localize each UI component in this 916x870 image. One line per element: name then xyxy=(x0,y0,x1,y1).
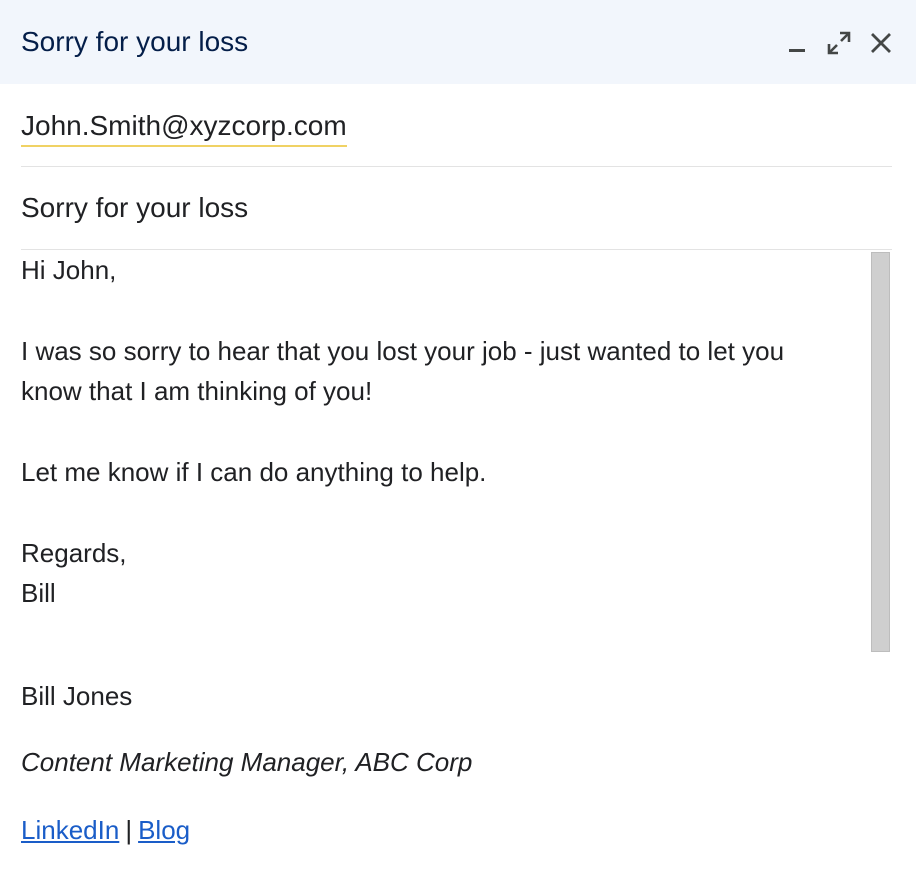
close-button[interactable] xyxy=(864,28,898,58)
signature-links: LinkedIn | Blog xyxy=(21,810,472,850)
compose-window: Sorry for your loss John.Smith@xyzcorp.c… xyxy=(0,0,916,870)
close-icon xyxy=(871,33,891,53)
sender-line: Bill xyxy=(21,578,56,608)
closing-line: Regards, xyxy=(21,538,127,568)
body-scrollbar-thumb[interactable] xyxy=(871,252,890,652)
to-field[interactable]: John.Smith@xyzcorp.com xyxy=(21,84,892,167)
email-signature: Bill Jones Content Marketing Manager, AB… xyxy=(21,676,472,850)
signature-title: Content Marketing Manager, ABC Corp xyxy=(21,747,473,777)
recipient-chip[interactable]: John.Smith@xyzcorp.com xyxy=(21,110,347,147)
minimize-icon xyxy=(789,49,805,52)
compose-title-bar[interactable]: Sorry for your loss xyxy=(0,0,916,84)
subject-field[interactable]: Sorry for your loss xyxy=(21,166,892,250)
body-line-3: Let me know if I can do anything to help… xyxy=(21,457,487,487)
compose-title: Sorry for your loss xyxy=(21,26,249,57)
message-body[interactable]: Hi John, I was so sorry to hear that you… xyxy=(21,250,861,670)
popout-button[interactable] xyxy=(822,28,856,58)
subject-input[interactable]: Sorry for your loss xyxy=(21,191,248,225)
body-line-1: I was so sorry to hear that you lost you… xyxy=(21,336,785,366)
window-controls xyxy=(780,28,898,58)
body-line-2: know that I am thinking of you! xyxy=(21,376,373,406)
blog-link[interactable]: Blog xyxy=(138,815,190,845)
minimize-button[interactable] xyxy=(780,28,814,58)
linkedin-link[interactable]: LinkedIn xyxy=(21,815,119,845)
popout-icon xyxy=(827,31,851,55)
signature-name: Bill Jones xyxy=(21,681,133,711)
greeting-line: Hi John, xyxy=(21,255,117,285)
link-separator: | xyxy=(125,815,133,845)
